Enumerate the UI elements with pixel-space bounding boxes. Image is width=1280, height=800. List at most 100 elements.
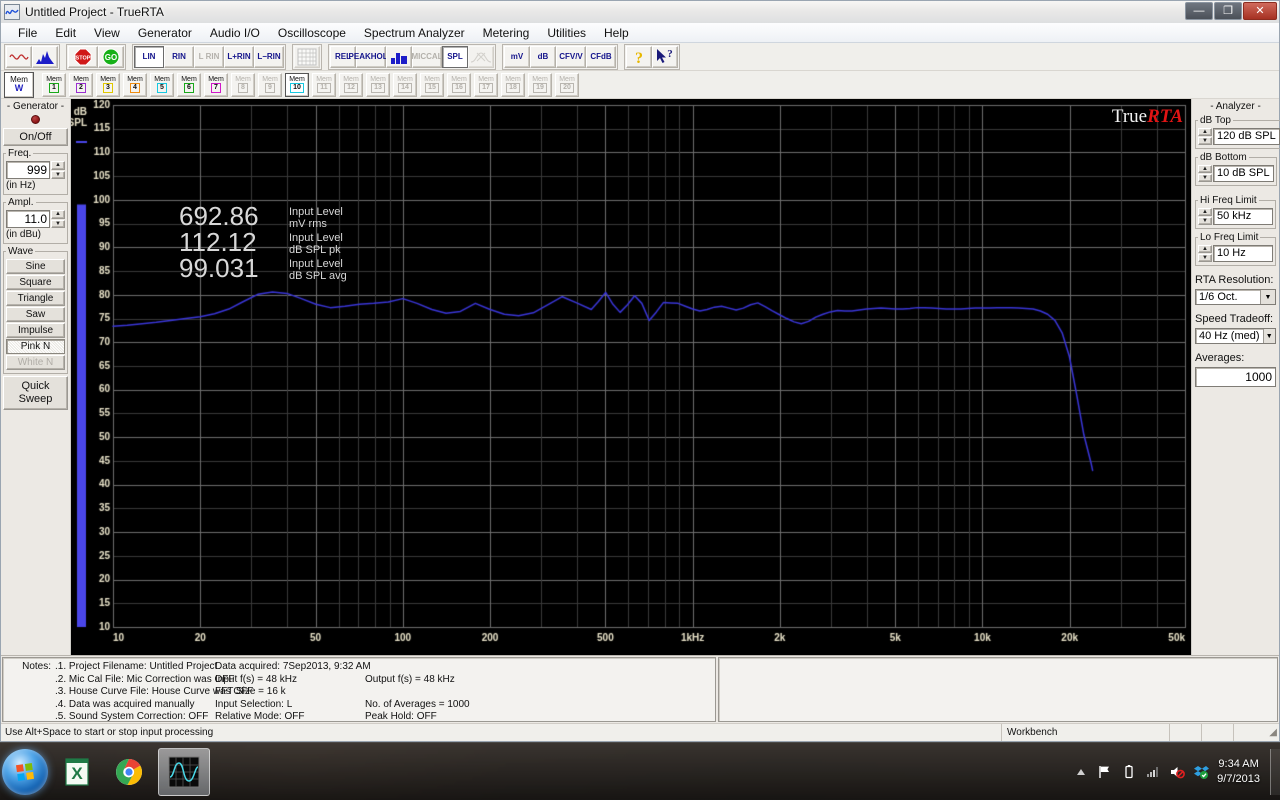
cf-vv-button[interactable]: CFV/V xyxy=(556,46,586,68)
battery-icon[interactable] xyxy=(1121,764,1137,780)
svg-text:GO: GO xyxy=(105,53,117,62)
notes-lines: .1. Project Filename: Untitled ProjectDa… xyxy=(55,658,715,721)
mem-button-10[interactable]: Mem10 xyxy=(285,73,309,97)
maximize-button[interactable]: ❐ xyxy=(1214,2,1242,20)
menu-item-generator[interactable]: Generator xyxy=(129,24,201,42)
db-top-value[interactable]: 120 dB SPL xyxy=(1213,128,1280,145)
stop-button[interactable]: STOP xyxy=(68,46,98,68)
mem-button-5[interactable]: Mem5 xyxy=(150,73,174,97)
rta-resolution-select[interactable]: 1/6 Oct. ▼ xyxy=(1195,289,1276,305)
mem-button-19: Mem19 xyxy=(528,73,552,97)
chevron-down-icon-2[interactable]: ▼ xyxy=(1263,329,1275,343)
averages-value[interactable]: 1000 xyxy=(1195,367,1276,387)
hi-freq-stepper[interactable]: ▲ ▼ xyxy=(1198,208,1212,225)
peak-hold-button[interactable]: PEAKHOLD xyxy=(356,46,386,68)
amplitude-up-icon[interactable]: ▲ xyxy=(51,210,65,219)
spl-button[interactable]: SPL xyxy=(442,46,468,68)
taskbar-item-truerta[interactable] xyxy=(158,748,210,796)
amplitude-stepper[interactable]: ▲ ▼ xyxy=(51,210,65,228)
menu-item-help[interactable]: Help xyxy=(595,24,638,42)
hi-freq-up-icon[interactable]: ▲ xyxy=(1198,208,1212,216)
show-hidden-icons-icon[interactable] xyxy=(1073,764,1089,780)
mem-button-6[interactable]: Mem6 xyxy=(177,73,201,97)
wave-button-triangle[interactable]: Triangle xyxy=(6,291,65,306)
amplitude-input[interactable]: 11.0 xyxy=(6,210,50,228)
menu-item-spectrum-analyzer[interactable]: Spectrum Analyzer xyxy=(355,24,474,42)
db-bottom-value[interactable]: 10 dB SPL xyxy=(1213,165,1274,182)
svg-text:?: ? xyxy=(667,48,673,60)
speed-tradeoff-select[interactable]: 40 Hz (med) ▼ xyxy=(1195,328,1276,344)
lo-freq-down-icon[interactable]: ▼ xyxy=(1198,254,1212,262)
frequency-stepper[interactable]: ▲ ▼ xyxy=(51,161,65,179)
graph-canvas[interactable] xyxy=(71,99,1191,655)
go-button[interactable]: GO xyxy=(98,46,124,68)
chevron-down-icon[interactable]: ▼ xyxy=(1260,290,1275,304)
frequency-up-icon[interactable]: ▲ xyxy=(51,161,65,170)
bar-graph-icon[interactable] xyxy=(386,46,412,68)
resize-grip-icon[interactable]: ◢ xyxy=(1265,727,1279,739)
mem-button-1[interactable]: Mem1 xyxy=(42,73,66,97)
menu-item-file[interactable]: File xyxy=(9,24,46,42)
dropbox-icon[interactable] xyxy=(1193,764,1209,780)
menu-item-audio-i-o[interactable]: Audio I/O xyxy=(201,24,269,42)
mem-button-7[interactable]: Mem7 xyxy=(204,73,228,97)
wave-button-saw[interactable]: Saw xyxy=(6,307,65,322)
wave-button-square[interactable]: Square xyxy=(6,275,65,290)
menu-item-metering[interactable]: Metering xyxy=(474,24,539,42)
r-in-button[interactable]: RIN xyxy=(164,46,194,68)
lo-freq-up-icon[interactable]: ▲ xyxy=(1198,245,1212,253)
menu-item-edit[interactable]: Edit xyxy=(46,24,85,42)
spectrum-graph[interactable]: 692.86 Input Level mV rms 112.12 Input L… xyxy=(71,99,1191,655)
start-button[interactable] xyxy=(2,749,48,795)
lo-freq-stepper[interactable]: ▲ ▼ xyxy=(1198,245,1212,262)
network-icon[interactable] xyxy=(1145,764,1161,780)
lminusr-in-button[interactable]: L−RIN xyxy=(254,46,284,68)
l-in-button[interactable]: LIN xyxy=(134,46,164,68)
mv-button[interactable]: mV xyxy=(504,46,530,68)
amplitude-down-icon[interactable]: ▼ xyxy=(51,220,65,229)
cf-db-button[interactable]: CFdB xyxy=(586,46,616,68)
quick-sweep-line2: Sweep xyxy=(19,393,53,405)
mem-button-2[interactable]: Mem2 xyxy=(69,73,93,97)
mem-button-3[interactable]: Mem3 xyxy=(96,73,120,97)
menu-item-view[interactable]: View xyxy=(85,24,129,42)
action-center-flag-icon[interactable] xyxy=(1097,764,1113,780)
db-button[interactable]: dB xyxy=(530,46,556,68)
close-button[interactable]: ✕ xyxy=(1243,2,1277,20)
menu-item-utilities[interactable]: Utilities xyxy=(538,24,595,42)
mem-button-4[interactable]: Mem4 xyxy=(123,73,147,97)
menu-item-oscilloscope[interactable]: Oscilloscope xyxy=(269,24,355,42)
title-bar[interactable]: Untitled Project - TrueRTA — ❐ ✕ xyxy=(1,1,1279,23)
taskbar-item-chrome[interactable] xyxy=(106,749,152,795)
wave-button-sine[interactable]: Sine xyxy=(6,259,65,274)
volume-muted-icon[interactable] xyxy=(1169,764,1185,780)
lplusr-in-button[interactable]: L+RIN xyxy=(224,46,254,68)
db-bottom-down-icon[interactable]: ▼ xyxy=(1198,174,1212,182)
db-bottom-up-icon[interactable]: ▲ xyxy=(1198,165,1212,173)
wave-button-impulse[interactable]: Impulse xyxy=(6,323,65,338)
taskbar-item-excel[interactable]: X xyxy=(54,749,100,795)
mem-working-button[interactable]: MemW xyxy=(4,72,34,98)
frequency-input[interactable]: 999 xyxy=(6,161,50,179)
lo-freq-value[interactable]: 10 Hz xyxy=(1213,245,1273,262)
readout-1-label-line1: Input Level xyxy=(289,232,343,244)
wave-button-pink-n[interactable]: Pink N xyxy=(6,339,65,354)
db-bottom-stepper[interactable]: ▲ ▼ xyxy=(1198,165,1212,182)
hi-freq-value[interactable]: 50 kHz xyxy=(1213,208,1273,225)
db-top-down-icon[interactable]: ▼ xyxy=(1198,137,1212,145)
hi-freq-down-icon[interactable]: ▼ xyxy=(1198,217,1212,225)
show-desktop-button[interactable] xyxy=(1270,749,1280,795)
db-top-up-icon[interactable]: ▲ xyxy=(1198,128,1212,136)
notes-box[interactable]: Notes: .1. Project Filename: Untitled Pr… xyxy=(2,657,716,722)
help-icon[interactable]: ? xyxy=(626,46,652,68)
clock[interactable]: 9:34 AM 9/7/2013 xyxy=(1217,757,1264,787)
quick-sweep-button[interactable]: Quick Sweep xyxy=(3,376,68,410)
db-top-stepper[interactable]: ▲ ▼ xyxy=(1198,128,1212,145)
sine-wave-icon[interactable] xyxy=(6,46,32,68)
spectrum-icon[interactable] xyxy=(32,46,58,68)
minimize-button[interactable]: — xyxy=(1185,2,1213,20)
frequency-down-icon[interactable]: ▼ xyxy=(51,171,65,180)
context-help-icon[interactable]: ? xyxy=(652,46,678,68)
frequency-unit: (in Hz) xyxy=(6,180,65,191)
generator-onoff-button[interactable]: On/Off xyxy=(3,128,68,146)
